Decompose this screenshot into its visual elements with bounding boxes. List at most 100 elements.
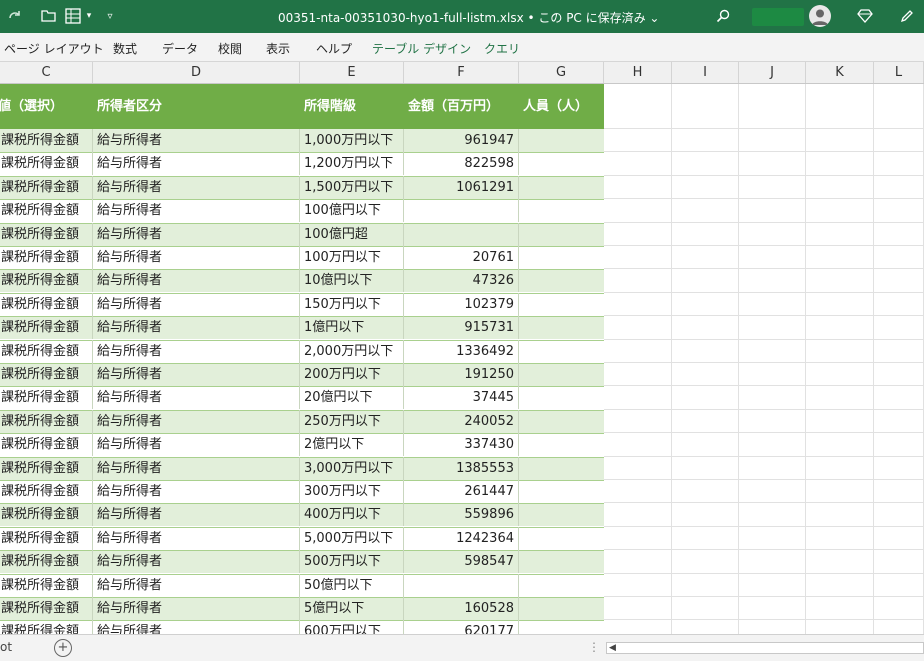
empty-cell[interactable] xyxy=(604,597,672,621)
empty-cell[interactable] xyxy=(604,175,672,200)
cell-value-select[interactable]: 課税所得金額 xyxy=(0,292,93,316)
empty-cell[interactable] xyxy=(806,456,874,480)
search-icon[interactable] xyxy=(714,7,732,25)
empty-cell[interactable] xyxy=(874,175,924,200)
empty-cell[interactable] xyxy=(874,597,924,621)
empty-cell[interactable] xyxy=(672,573,739,597)
empty-cell[interactable] xyxy=(604,363,672,387)
cell-income-bracket[interactable]: 2億円以下 xyxy=(300,433,404,457)
empty-cell[interactable] xyxy=(806,597,874,621)
cell-people[interactable] xyxy=(519,503,604,526)
empty-cell[interactable] xyxy=(739,152,806,176)
empty-cell[interactable] xyxy=(604,503,672,527)
cell-people[interactable] xyxy=(519,199,604,222)
table-header-value-select[interactable]: 値（選択） xyxy=(0,84,91,129)
account-avatar-icon[interactable] xyxy=(809,5,831,27)
cell-income-category[interactable]: 給与所得者 xyxy=(93,550,300,574)
empty-cell[interactable] xyxy=(739,269,806,293)
empty-cell[interactable] xyxy=(806,620,874,634)
cell-income-category[interactable]: 給与所得者 xyxy=(93,222,300,246)
empty-cell[interactable] xyxy=(739,386,806,410)
empty-cell[interactable] xyxy=(806,152,874,176)
empty-cells[interactable] xyxy=(739,84,806,129)
empty-cell[interactable] xyxy=(672,292,739,317)
empty-cell[interactable] xyxy=(739,620,806,634)
cell-income-category[interactable]: 給与所得者 xyxy=(93,246,300,269)
horizontal-scrollbar[interactable]: ◀ xyxy=(606,642,924,654)
empty-cell[interactable] xyxy=(739,222,806,246)
cell-amount[interactable] xyxy=(404,573,519,597)
empty-cell[interactable] xyxy=(874,550,924,574)
empty-cell[interactable] xyxy=(672,386,739,410)
cell-income-bracket[interactable]: 1,000万円以下 xyxy=(300,129,404,152)
empty-cell[interactable] xyxy=(604,199,672,223)
empty-cell[interactable] xyxy=(739,597,806,621)
cell-income-bracket[interactable]: 100億円以下 xyxy=(300,199,404,223)
column-header-d[interactable]: D xyxy=(93,62,300,83)
cell-income-bracket[interactable]: 20億円以下 xyxy=(300,386,404,410)
cell-income-bracket[interactable]: 200万円以下 xyxy=(300,363,404,386)
cell-amount[interactable] xyxy=(404,199,519,223)
cell-people[interactable] xyxy=(519,176,604,199)
empty-cell[interactable] xyxy=(604,456,672,480)
cell-people[interactable] xyxy=(519,340,604,363)
empty-cell[interactable] xyxy=(739,363,806,387)
cell-income-category[interactable]: 給与所得者 xyxy=(93,199,300,223)
cell-amount[interactable]: 261447 xyxy=(404,480,519,503)
cell-income-category[interactable]: 給与所得者 xyxy=(93,175,300,199)
tab-review[interactable]: 校閲 xyxy=(218,40,242,57)
empty-cell[interactable] xyxy=(806,480,874,504)
empty-cell[interactable] xyxy=(806,550,874,574)
empty-cell[interactable] xyxy=(672,269,739,293)
empty-cell[interactable] xyxy=(672,456,739,480)
empty-cell[interactable] xyxy=(604,339,672,363)
empty-cell[interactable] xyxy=(739,246,806,270)
empty-cell[interactable] xyxy=(739,456,806,480)
cell-people[interactable] xyxy=(519,316,604,339)
cell-income-bracket[interactable]: 50億円以下 xyxy=(300,573,404,597)
cell-amount[interactable]: 37445 xyxy=(404,386,519,410)
tab-page-layout[interactable]: ページ レイアウト xyxy=(4,40,104,57)
empty-cell[interactable] xyxy=(604,620,672,634)
tab-help[interactable]: ヘルプ xyxy=(316,40,352,57)
cell-people[interactable] xyxy=(519,129,604,152)
tab-split-handle-icon[interactable]: ⋮ xyxy=(588,640,600,654)
empty-cell[interactable] xyxy=(739,409,806,434)
cell-amount[interactable]: 1061291 xyxy=(404,175,519,199)
empty-cell[interactable] xyxy=(604,222,672,246)
empty-cell[interactable] xyxy=(604,386,672,410)
empty-cell[interactable] xyxy=(739,199,806,223)
cell-income-category[interactable]: 給与所得者 xyxy=(93,363,300,386)
worksheet-grid[interactable]: 値（選択） 所得者区分 所得階級 金額（百万円） 人員（人） 課税所得金額 給与所… xyxy=(0,84,924,634)
empty-cell[interactable] xyxy=(874,316,924,340)
table-header-amount[interactable]: 金額（百万円） xyxy=(408,84,518,129)
cell-value-select[interactable]: 課税所得金額 xyxy=(0,363,93,386)
column-header-k[interactable]: K xyxy=(806,62,874,83)
cell-value-select[interactable]: 課税所得金額 xyxy=(0,597,93,620)
empty-cell[interactable] xyxy=(672,550,739,574)
empty-cell[interactable] xyxy=(874,456,924,480)
cell-income-bracket[interactable]: 2,000万円以下 xyxy=(300,339,404,363)
empty-cell[interactable] xyxy=(806,292,874,317)
empty-cell[interactable] xyxy=(806,503,874,527)
empty-cell[interactable] xyxy=(874,152,924,176)
cell-amount[interactable]: 20761 xyxy=(404,246,519,269)
table-header-people[interactable]: 人員（人） xyxy=(523,84,603,129)
empty-cell[interactable] xyxy=(604,129,672,153)
empty-cell[interactable] xyxy=(806,339,874,363)
empty-cells[interactable] xyxy=(672,84,739,129)
empty-cell[interactable] xyxy=(672,597,739,621)
empty-cell[interactable] xyxy=(806,199,874,223)
empty-cell[interactable] xyxy=(604,573,672,597)
cell-value-select[interactable]: 課税所得金額 xyxy=(0,152,93,176)
cell-income-category[interactable]: 給与所得者 xyxy=(93,339,300,363)
tab-formulas[interactable]: 数式 xyxy=(113,40,137,57)
cell-income-category[interactable]: 給与所得者 xyxy=(93,526,300,550)
empty-cell[interactable] xyxy=(874,573,924,597)
cell-value-select[interactable]: 課税所得金額 xyxy=(0,526,93,550)
cell-amount[interactable]: 240052 xyxy=(404,409,519,433)
cell-people[interactable] xyxy=(519,269,604,292)
add-sheet-button[interactable]: + xyxy=(54,639,72,657)
empty-cell[interactable] xyxy=(739,503,806,527)
empty-cell[interactable] xyxy=(806,433,874,457)
